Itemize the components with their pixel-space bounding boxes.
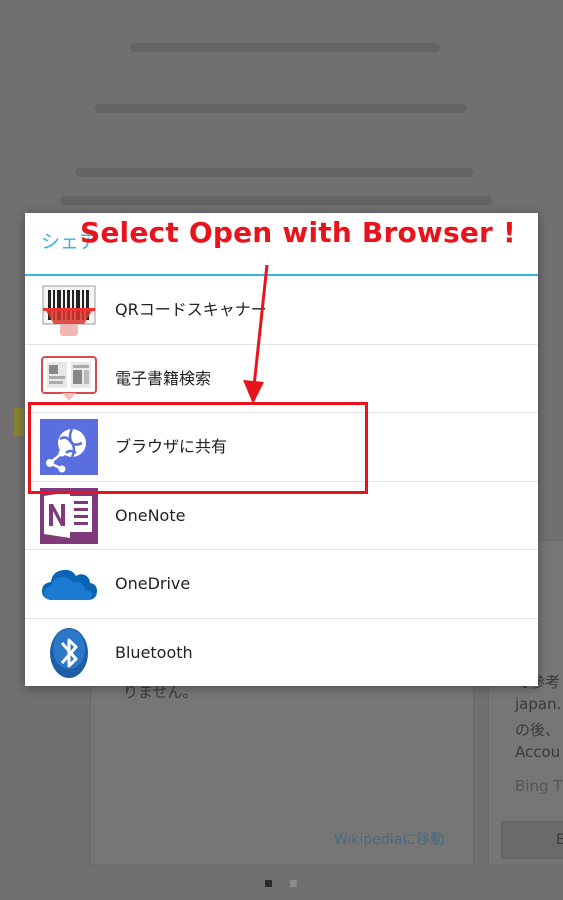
bluetooth-icon (40, 625, 98, 681)
share-item-qr-scanner[interactable]: QRコードスキャナー (25, 276, 538, 345)
share-item-label: Bluetooth (115, 642, 193, 662)
highlight-marker (14, 408, 24, 436)
annotation-caption: Select Open with Browser ! (80, 216, 516, 249)
onenote-icon (40, 483, 98, 546)
right-card-button[interactable]: E (501, 821, 563, 859)
blurred-text-line (60, 196, 492, 205)
page-indicator-active (265, 880, 272, 887)
share-item-label: OneDrive (115, 574, 191, 593)
share-item-label: QRコードスキャナー (115, 300, 267, 319)
annotation-highlight-box (28, 402, 368, 494)
blurred-text-line (130, 43, 440, 52)
ebook-search-icon (40, 351, 98, 407)
barcode-icon (40, 282, 98, 338)
right-card-line: Bing T (515, 777, 563, 795)
page-indicator (290, 880, 297, 887)
wikipedia-link[interactable]: Wikipediaに移動 (334, 829, 444, 849)
blurred-text-line (75, 168, 473, 177)
blurred-text-line (95, 104, 467, 113)
share-item-bluetooth[interactable]: Bluetooth (25, 619, 538, 688)
right-card-line: の後、 (515, 721, 561, 739)
right-card-line: japan. (515, 695, 562, 713)
right-card-button-label: E (556, 832, 563, 848)
onedrive-cloud-icon (40, 556, 98, 612)
right-card-line: Accou (515, 743, 561, 761)
share-item-onedrive[interactable]: OneDrive (25, 550, 538, 619)
